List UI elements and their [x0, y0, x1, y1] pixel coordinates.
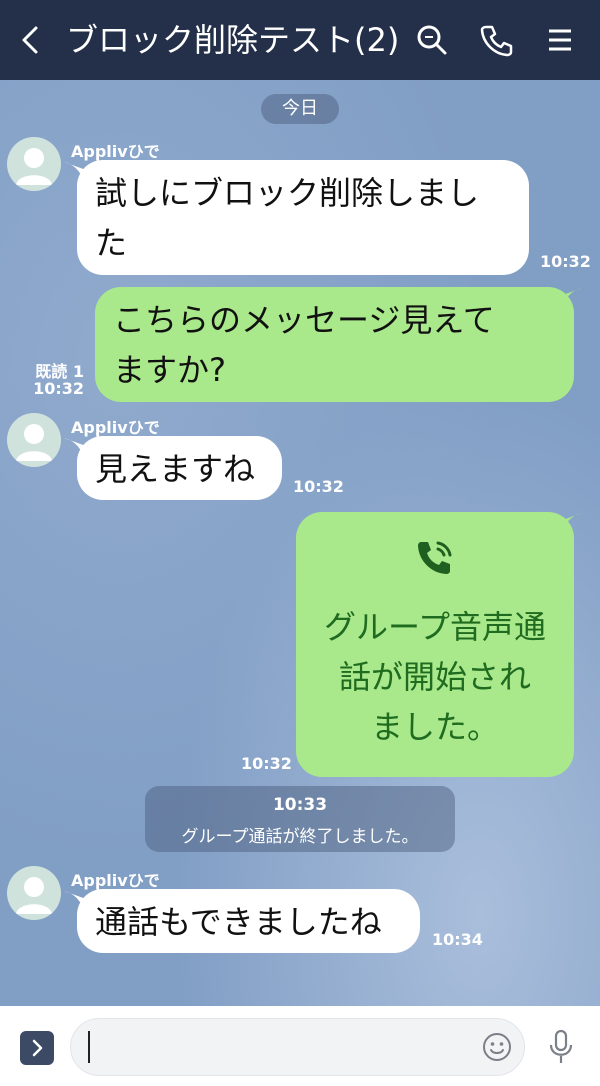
back-button[interactable] [14, 20, 50, 60]
expand-button[interactable] [20, 1031, 54, 1065]
message-line: 試しにブロック削除しまし [95, 174, 480, 212]
chat-area[interactable]: 今日 Applivひで 試しにブロック削除しまし た 10:32 既読 1 10… [0, 80, 600, 1006]
phone-call-icon [418, 541, 452, 574]
message-line: 通話もできましたね [95, 903, 382, 941]
default-avatar-icon [16, 424, 52, 461]
sender-name: Applivひで [71, 418, 160, 437]
message-bubble[interactable]: 見えますね [77, 436, 282, 500]
avatar[interactable] [7, 866, 61, 920]
call-text-line: ました。 [370, 708, 499, 746]
chat-title: ブロック削除テスト(2) [66, 21, 400, 59]
text-caret [88, 1031, 90, 1063]
default-avatar-icon [16, 148, 52, 185]
system-message: 10:33 グループ通話が終了しました。 [145, 786, 455, 852]
message-line: た [95, 224, 128, 262]
message-bubble[interactable]: 通話もできましたね [77, 889, 420, 953]
back-icon [22, 26, 38, 54]
message-time: 10:34 [432, 930, 483, 949]
date-separator: 今日 [261, 94, 339, 124]
message-input[interactable] [70, 1018, 525, 1076]
search-icon [417, 25, 447, 55]
message-time: 10:32 [33, 379, 84, 398]
expand-icon [32, 1039, 43, 1057]
default-avatar-icon [16, 877, 52, 914]
message-bubble[interactable]: 試しにブロック削除しまし た [77, 160, 529, 275]
search-button[interactable] [412, 20, 452, 60]
avatar[interactable] [7, 413, 61, 467]
menu-button[interactable] [540, 20, 580, 60]
message-bubble[interactable]: こちらのメッセージ見えて ますか? [95, 287, 574, 402]
call-started-bubble[interactable]: グループ音声通 話が開始され ました。 [296, 512, 574, 777]
sender-name: Applivひで [71, 142, 160, 161]
phone-icon [480, 25, 513, 57]
mic-icon[interactable] [546, 1028, 576, 1068]
message-line: 見えますね [95, 450, 256, 488]
avatar[interactable] [7, 137, 61, 191]
bubble-tail [560, 513, 582, 531]
message-time: 10:32 [293, 477, 344, 496]
emoji-icon[interactable] [481, 1031, 513, 1063]
message-time: 10:32 [241, 754, 292, 773]
message-line: こちらのメッセージ見えて [113, 301, 495, 339]
call-text-line: 話が開始され [338, 658, 531, 696]
call-text-line: グループ音声通 [323, 608, 547, 646]
menu-icon [549, 29, 571, 51]
system-text: グループ通話が終了しました。 [181, 827, 419, 847]
message-line: ますか? [113, 351, 226, 389]
message-time: 10:32 [540, 252, 591, 271]
call-button[interactable] [476, 20, 516, 60]
bubble-tail [560, 288, 582, 306]
chat-header: ブロック削除テスト(2) [0, 0, 600, 80]
system-time: 10:33 [272, 795, 328, 815]
sender-name: Applivひで [71, 871, 160, 890]
